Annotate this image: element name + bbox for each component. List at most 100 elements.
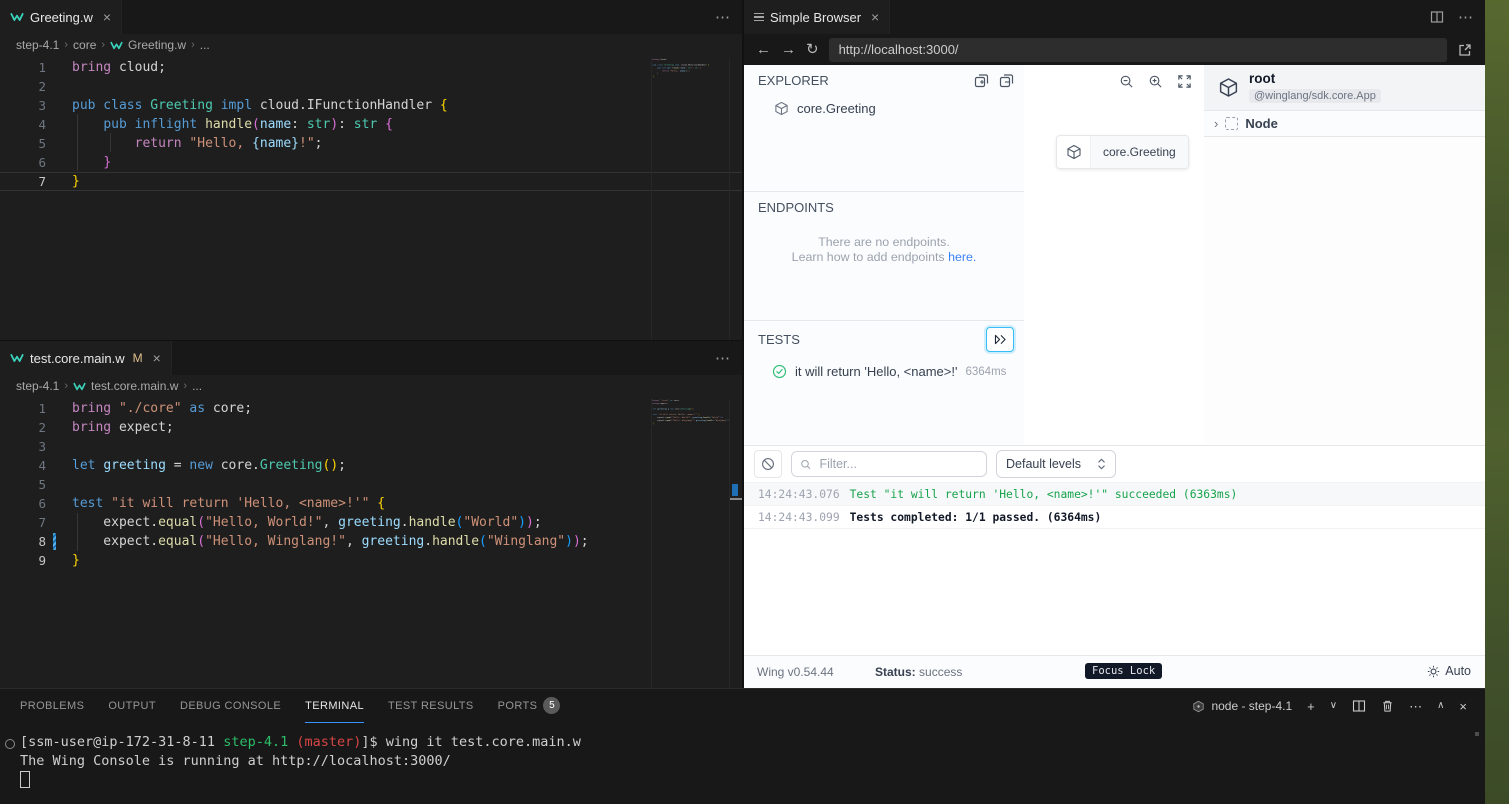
close-panel-icon[interactable]: × — [1459, 700, 1467, 713]
command-decoration-icon[interactable] — [5, 739, 15, 749]
breadcrumb-item[interactable]: test.core.main.w — [91, 379, 178, 393]
more-actions-icon[interactable]: ⋯ — [1458, 8, 1473, 26]
ports-count-badge: 5 — [543, 697, 560, 714]
code-line[interactable]: 6 } — [0, 153, 742, 172]
zoom-out-icon[interactable] — [1119, 74, 1134, 89]
breadcrumb-item[interactable]: ... — [200, 38, 210, 52]
collapse-all-icon[interactable] — [999, 73, 1014, 88]
breadcrumb-item[interactable]: core — [73, 38, 96, 52]
details-root-header[interactable]: root @winglang/sdk.core.App — [1204, 65, 1485, 111]
terminal-instance[interactable]: node - step-4.1 — [1192, 699, 1292, 713]
test-duration: 6364ms — [965, 366, 1006, 378]
panel-tab-output[interactable]: OUTPUT — [108, 689, 156, 723]
code-lines: 1bring cloud;23pub class Greeting impl c… — [0, 58, 742, 191]
tab-simple-browser[interactable]: Simple Browser × — [744, 0, 890, 34]
code-line[interactable]: 2bring expect; — [0, 418, 742, 437]
fit-view-icon[interactable] — [1177, 74, 1192, 89]
more-actions-icon[interactable]: ⋯ — [1409, 700, 1422, 713]
details-node-row[interactable]: › Node — [1204, 111, 1485, 137]
more-actions-icon[interactable]: ⋯ — [715, 8, 730, 26]
gutter — [46, 96, 72, 115]
log-row: 14:24:43.076Test "it will return 'Hello,… — [744, 483, 1485, 506]
endpoints-help-link[interactable]: here. — [948, 250, 976, 264]
breadcrumb-separator: › — [64, 39, 68, 51]
theme-auto-toggle[interactable]: Auto — [1427, 664, 1471, 678]
panel-tab-test-results[interactable]: TEST RESULTS — [388, 689, 474, 723]
details-panel: root @winglang/sdk.core.App › Node — [1204, 65, 1485, 445]
code-line[interactable]: 4 pub inflight handle(name: str): str { — [0, 115, 742, 134]
focus-lock-badge[interactable]: Focus Lock — [1085, 663, 1162, 679]
wing-icon — [73, 380, 86, 393]
code-line[interactable]: 1bring cloud; — [0, 58, 742, 77]
tab-test-core-main-w[interactable]: test.core.main.w M × — [0, 341, 172, 375]
close-icon[interactable]: × — [103, 10, 111, 24]
panel-tab-ports[interactable]: PORTS5 — [498, 689, 561, 723]
split-terminal-icon[interactable] — [1352, 699, 1366, 713]
map-node-core-greeting[interactable]: core.Greeting — [1056, 135, 1189, 169]
breadcrumb-item[interactable]: step-4.1 — [16, 379, 59, 393]
resource-map-panel[interactable]: core.Greeting — [1024, 65, 1205, 445]
code-line[interactable]: 2 — [0, 77, 742, 96]
code-line[interactable]: 4let greeting = new core.Greeting(); — [0, 456, 742, 475]
line-number: 3 — [0, 96, 46, 115]
code-line[interactable]: 3pub class Greeting impl cloud.IFunction… — [0, 96, 742, 115]
test-result-item[interactable]: it will return 'Hello, <name>!' 6364ms — [744, 364, 1024, 379]
test-passed-icon — [772, 364, 787, 379]
open-external-icon[interactable] — [1457, 42, 1473, 58]
code-line[interactable]: 3 — [0, 437, 742, 456]
panel-tab-terminal[interactable]: TERMINAL — [305, 689, 364, 723]
code-line[interactable]: 6test "it will return 'Hello, <name>!'" … — [0, 494, 742, 513]
updown-chevron-icon — [1097, 458, 1106, 470]
tab-label: Greeting.w — [30, 10, 93, 25]
back-icon[interactable]: ← — [756, 42, 771, 57]
kill-terminal-icon[interactable] — [1381, 699, 1394, 713]
breadcrumb-item[interactable]: ... — [192, 379, 202, 393]
overview-ruler[interactable] — [729, 58, 742, 340]
log-filter-input[interactable] — [817, 456, 978, 472]
code-editor[interactable]: 1bring "./core" as core;2bring expect;34… — [0, 397, 742, 689]
breadcrumb-item[interactable]: Greeting.w — [128, 38, 186, 52]
maximize-panel-icon[interactable]: ∧ — [1437, 701, 1444, 711]
expand-all-icon[interactable] — [974, 73, 989, 88]
terminal-scrollbar[interactable] — [1475, 732, 1479, 736]
run-all-tests-button[interactable] — [986, 327, 1014, 352]
editor2-tab-bar: test.core.main.w M × ⋯ — [0, 341, 742, 375]
clear-logs-button[interactable] — [754, 450, 782, 478]
code-line[interactable]: 7 expect.equal("Hello, World!", greeting… — [0, 513, 742, 532]
tab-greeting-w[interactable]: Greeting.w × — [0, 0, 122, 34]
indent-guide — [77, 114, 78, 171]
code-line[interactable]: 5 — [0, 475, 742, 494]
url-input[interactable]: http://localhost:3000/ — [829, 38, 1447, 62]
breadcrumb-item[interactable]: step-4.1 — [16, 38, 59, 52]
explorer-item-core-greeting[interactable]: core.Greeting — [744, 101, 1024, 116]
code-line[interactable]: 9} — [0, 551, 742, 570]
code-line[interactable]: 7} — [0, 172, 742, 191]
code-line[interactable]: 5 return "Hello, {name}!"; — [0, 134, 742, 153]
more-actions-icon[interactable]: ⋯ — [715, 349, 730, 367]
terminal-instance-label: node - step-4.1 — [1211, 699, 1292, 713]
terminal-viewport[interactable]: [ssm-user@ip-172-31-8-11 step-4.1 (maste… — [0, 723, 1485, 792]
terminal-dropdown-icon[interactable]: ∨ — [1330, 701, 1337, 711]
code-line[interactable]: 1bring "./core" as core; — [0, 399, 742, 418]
close-icon[interactable]: × — [153, 351, 161, 365]
run-all-icon — [994, 334, 1007, 345]
log-filter-field[interactable] — [791, 451, 987, 477]
minimap[interactable]: bring "./core" as core;bring expect; let… — [651, 399, 730, 689]
code-line[interactable]: 8 expect.equal("Hello, Winglang!", greet… — [0, 532, 742, 551]
breadcrumb-separator: › — [64, 380, 68, 392]
new-terminal-icon[interactable]: + — [1307, 700, 1315, 713]
overview-ruler[interactable] — [729, 399, 742, 689]
code-editor[interactable]: 1bring cloud;23pub class Greeting impl c… — [0, 56, 742, 340]
gutter — [46, 134, 72, 153]
log-levels-select[interactable]: Default levels — [996, 450, 1116, 478]
close-icon[interactable]: × — [871, 10, 879, 24]
reload-icon[interactable]: ↻ — [806, 42, 819, 57]
breadcrumb-separator: › — [191, 39, 195, 51]
zoom-in-icon[interactable] — [1148, 74, 1163, 89]
minimap[interactable]: bring cloud; pub class Greeting impl clo… — [651, 58, 730, 340]
explorer-title: EXPLORER — [758, 73, 829, 88]
split-editor-icon[interactable] — [1430, 10, 1444, 24]
panel-tab-problems[interactable]: PROBLEMS — [20, 689, 84, 723]
panel-tab-debug-console[interactable]: DEBUG CONSOLE — [180, 689, 281, 723]
forward-icon[interactable]: → — [781, 42, 796, 57]
